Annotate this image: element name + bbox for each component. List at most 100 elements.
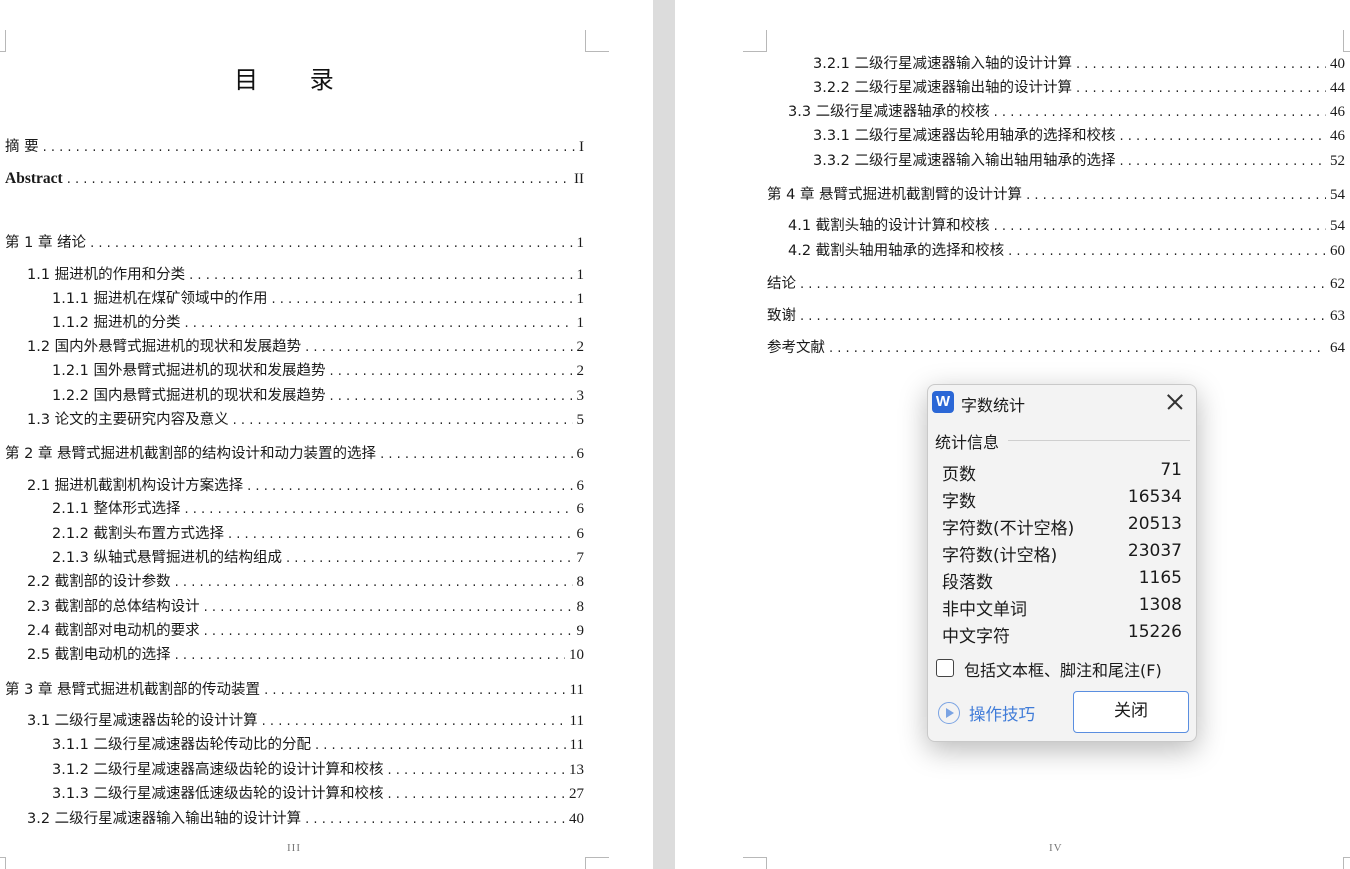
toc-entry-label: 摘 要 xyxy=(5,139,39,155)
toc-entry[interactable]: 结论 62 xyxy=(767,274,1345,294)
toc-entry[interactable]: 3.2.2 二级行星减速器输出轴的设计计算 44 xyxy=(813,78,1345,98)
toc-leader-dots xyxy=(1076,55,1326,75)
toc-leader-dots xyxy=(175,573,573,593)
toc-entry-page: 1 xyxy=(576,267,585,283)
toc-entry[interactable]: 1.2 国内外悬臂式掘进机的现状和发展趋势 2 xyxy=(27,337,584,357)
toc-leader-dots xyxy=(264,681,565,701)
toc-entry[interactable]: 3.1.2 二级行星减速器高速级齿轮的设计计算和校核 13 xyxy=(52,760,584,780)
toc-leader-dots xyxy=(829,339,1326,359)
toc-leader-dots xyxy=(286,549,572,569)
close-button[interactable]: 关闭 xyxy=(1073,691,1189,733)
toc-entry-label: 2.1 掘进机截割机构设计方案选择 xyxy=(27,478,244,494)
toc-entry-page: 60 xyxy=(1330,243,1345,259)
toc-entry[interactable]: 3.1 二级行星减速器齿轮的设计计算 11 xyxy=(27,711,584,731)
stat-row-words: 字数 16534 xyxy=(942,487,1182,514)
play-circle-icon[interactable] xyxy=(938,702,960,724)
toc-leader-dots xyxy=(330,362,573,382)
crop-mark xyxy=(0,30,6,52)
toc-entry[interactable]: 3.1.1 二级行星减速器齿轮传动比的分配 11 xyxy=(52,735,584,755)
toc-entry-page: 27 xyxy=(569,786,584,802)
stat-key: 段落数 xyxy=(942,573,993,593)
toc-entry[interactable]: 2.1.2 截割头布置方式选择 6 xyxy=(52,524,584,544)
toc-entry-page: 6 xyxy=(576,446,585,462)
toc-entry-page: 54 xyxy=(1330,218,1345,234)
toc-entry[interactable]: 1.1 掘进机的作用和分类 1 xyxy=(27,265,584,285)
toc-entry-label: 1.1 掘进机的作用和分类 xyxy=(27,267,186,283)
toc-entry[interactable]: 3.2 二级行星减速器输入输出轴的设计计算 40 xyxy=(27,809,584,829)
toc-entry-label: 3.2.1 二级行星减速器输入轴的设计计算 xyxy=(813,56,1073,72)
toc-leader-dots xyxy=(204,598,573,618)
toc-entry[interactable]: 第 1 章 绪论 1 xyxy=(5,233,584,253)
toc-leader-dots xyxy=(189,266,572,286)
toc-leader-dots xyxy=(233,411,573,431)
toc-entry-page: 8 xyxy=(576,574,585,590)
close-icon[interactable] xyxy=(1163,390,1187,414)
toc-entry[interactable]: 2.1.3 纵轴式悬臂掘进机的结构组成 7 xyxy=(52,548,584,568)
toc-leader-dots xyxy=(262,712,566,732)
crop-mark xyxy=(0,857,6,869)
toc-entry[interactable]: 第 2 章 悬臂式掘进机截割部的结构设计和动力装置的选择 6 xyxy=(5,444,584,464)
toc-entry-label: 3.3.2 二级行星减速器输入输出轴用轴承的选择 xyxy=(813,153,1116,169)
toc-entry[interactable]: Abstract II xyxy=(5,169,584,189)
toc-leader-dots xyxy=(43,138,575,158)
toc-leader-dots xyxy=(204,622,573,642)
toc-entry[interactable]: 3.3 二级行星减速器轴承的校核 46 xyxy=(788,102,1345,122)
toc-entry-page: 7 xyxy=(576,550,585,566)
wps-writer-icon: W xyxy=(932,391,954,413)
stat-value: 15226 xyxy=(1127,622,1182,642)
toc-entry-page: 11 xyxy=(569,713,584,729)
toc-entry-label: 2.3 截割部的总体结构设计 xyxy=(27,599,200,615)
toc-entry-label: 结论 xyxy=(767,276,796,292)
toc-entry[interactable]: 3.3.2 二级行星减速器输入输出轴用轴承的选择 52 xyxy=(813,151,1345,171)
crop-mark xyxy=(585,30,609,52)
toc-entry-label: 致谢 xyxy=(767,308,796,324)
include-textbox-footnotes-checkbox[interactable] xyxy=(936,659,954,677)
toc-leader-dots xyxy=(90,234,572,254)
toc-entry[interactable]: 3.3.1 二级行星减速器齿轮用轴承的选择和校核 46 xyxy=(813,126,1345,146)
toc-entry[interactable]: 2.2 截割部的设计参数 8 xyxy=(27,572,584,592)
section-label: 统计信息 xyxy=(935,429,1004,453)
toc-entry[interactable]: 1.2.1 国外悬臂式掘进机的现状和发展趋势 2 xyxy=(52,361,584,381)
tips-label[interactable]: 操作技巧 xyxy=(969,701,1035,725)
stat-value: 71 xyxy=(1160,460,1182,480)
toc-entry[interactable]: 2.3 截割部的总体结构设计 8 xyxy=(27,597,584,617)
toc-entry[interactable]: 2.1 掘进机截割机构设计方案选择 6 xyxy=(27,476,584,496)
toc-entry-page: 1 xyxy=(576,235,585,251)
toc-entry-page: 1 xyxy=(576,315,585,331)
toc-entry-page: 10 xyxy=(569,647,584,663)
toc-entry[interactable]: 参考文献 64 xyxy=(767,338,1345,358)
toc-leader-dots xyxy=(1026,186,1326,206)
toc-entry-page: 54 xyxy=(1330,187,1345,203)
stat-value: 1308 xyxy=(1138,595,1182,615)
stat-key: 字数 xyxy=(942,492,976,512)
toc-entry-label: 3.1.1 二级行星减速器齿轮传动比的分配 xyxy=(52,737,312,753)
toc-entry[interactable]: 第 3 章 悬臂式掘进机截割部的传动装置 11 xyxy=(5,680,584,700)
toc-entry-page: 40 xyxy=(1330,56,1345,72)
toc-entry-page: 3 xyxy=(576,388,585,404)
toc-entry[interactable]: 1.2.2 国内悬臂式掘进机的现状和发展趋势 3 xyxy=(52,386,584,406)
toc-entry-label: 2.4 截割部对电动机的要求 xyxy=(27,623,200,639)
toc-entry-page: 52 xyxy=(1330,153,1345,169)
toc-entry[interactable]: 3.1.3 二级行星减速器低速级齿轮的设计计算和校核 27 xyxy=(52,784,584,804)
toc-entry[interactable]: 4.1 截割头轴的设计计算和校核 54 xyxy=(788,216,1345,236)
toc-entry[interactable]: 1.1.2 掘进机的分类 1 xyxy=(52,313,584,333)
toc-entry-label: 第 1 章 绪论 xyxy=(5,235,87,251)
toc-entry[interactable]: 4.2 截割头轴用轴承的选择和校核 60 xyxy=(788,241,1345,261)
toc-entry[interactable]: 2.5 截割电动机的选择 10 xyxy=(27,645,584,665)
toc-entry[interactable]: 1.1.1 掘进机在煤矿领域中的作用 1 xyxy=(52,289,584,309)
toc-entry[interactable]: 摘 要I xyxy=(5,137,584,157)
toc-entry[interactable]: 1.3 论文的主要研究内容及意义 5 xyxy=(27,410,584,430)
toc-entry[interactable]: 致谢 63 xyxy=(767,306,1345,326)
toc-leader-dots xyxy=(994,103,1326,123)
toc-entry-label: 1.1.2 掘进机的分类 xyxy=(52,315,181,331)
toc-entry[interactable]: 第 4 章 悬臂式掘进机截割臂的设计计算 54 xyxy=(767,185,1345,205)
checkbox-label[interactable]: 包括文本框、脚注和尾注(F) xyxy=(964,657,1162,681)
toc-entry-label: 3.1.2 二级行星减速器高速级齿轮的设计计算和校核 xyxy=(52,762,384,778)
toc-entry[interactable]: 2.1.1 整体形式选择 6 xyxy=(52,499,584,519)
stat-row-pages: 页数 71 xyxy=(942,460,1182,487)
toc-leader-dots xyxy=(67,170,570,190)
dialog-title-bar[interactable]: W 字数统计 xyxy=(928,385,1196,421)
toc-leader-dots xyxy=(388,761,565,781)
toc-entry[interactable]: 3.2.1 二级行星减速器输入轴的设计计算 40 xyxy=(813,54,1345,74)
toc-entry[interactable]: 2.4 截割部对电动机的要求 9 xyxy=(27,621,584,641)
